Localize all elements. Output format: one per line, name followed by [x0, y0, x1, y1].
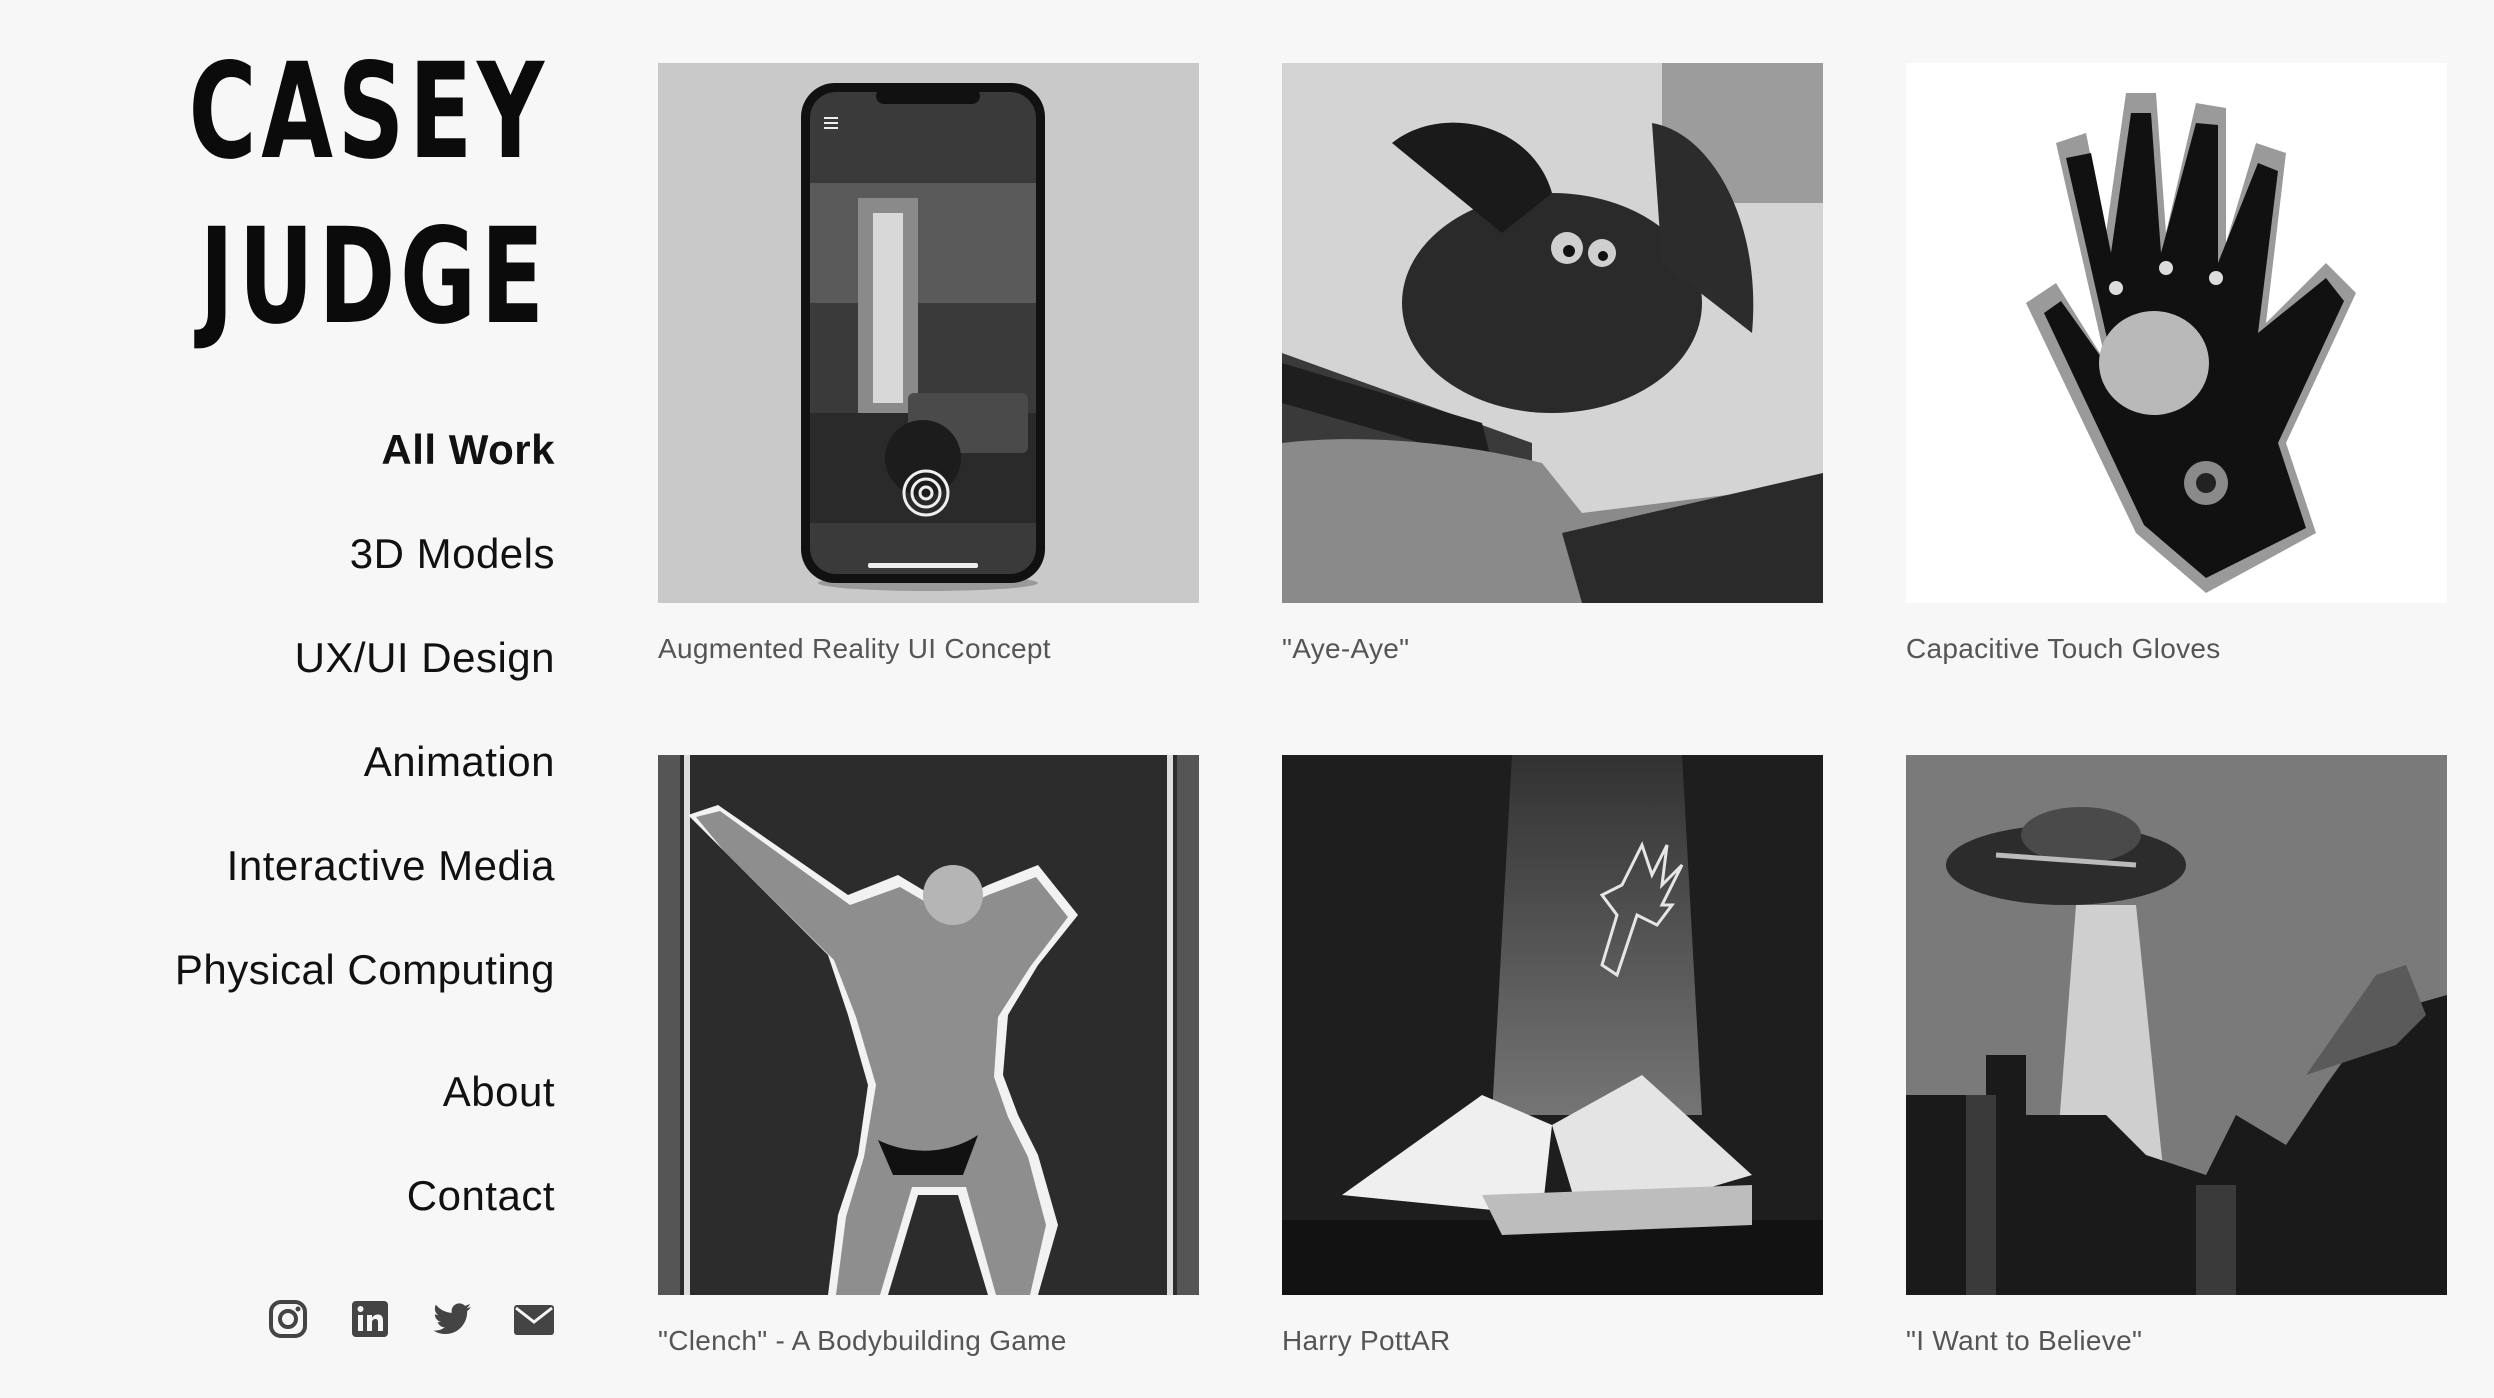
project-card[interactable]: "Aye-Aye": [1282, 63, 1823, 665]
logo-line-last: JUDGE: [199, 200, 549, 354]
nav-animation[interactable]: Animation: [175, 732, 555, 836]
project-title[interactable]: Harry PottAR: [1282, 1325, 1823, 1357]
instagram-icon[interactable]: [267, 1298, 309, 1340]
twitter-icon[interactable]: [431, 1298, 473, 1340]
phone-mockup-image: [658, 63, 1199, 603]
project-thumbnail[interactable]: [658, 63, 1199, 603]
site-logo[interactable]: CASEY JUDGE: [189, 30, 549, 360]
social-links: [267, 1298, 555, 1340]
project-thumbnail[interactable]: [1906, 63, 2447, 603]
nav-physical-computing[interactable]: Physical Computing: [175, 940, 555, 1044]
nav-interactive-media[interactable]: Interactive Media: [175, 836, 555, 940]
book-stag-image: [1282, 755, 1823, 1295]
project-card[interactable]: "Clench" - A Bodybuilding Game: [658, 755, 1199, 1357]
project-title[interactable]: Capacitive Touch Gloves: [1906, 633, 2447, 665]
project-thumbnail[interactable]: [1282, 755, 1823, 1295]
nav-contact[interactable]: Contact: [175, 1166, 555, 1270]
ufo-collage-image: [1906, 755, 2447, 1295]
project-title[interactable]: Augmented Reality UI Concept: [658, 633, 1199, 665]
email-icon[interactable]: [513, 1298, 555, 1340]
project-title[interactable]: "I Want to Believe": [1906, 1325, 2447, 1357]
project-card[interactable]: Capacitive Touch Gloves: [1906, 63, 2447, 665]
sidebar: CASEY JUDGE All Work 3D Models UX/UI Des…: [0, 0, 555, 1398]
linkedin-icon[interactable]: [349, 1298, 391, 1340]
project-title[interactable]: "Aye-Aye": [1282, 633, 1823, 665]
nav-all-work[interactable]: All Work: [175, 420, 555, 524]
bodybuilder-image: [658, 755, 1199, 1295]
nav-3d-models[interactable]: 3D Models: [175, 524, 555, 628]
project-title[interactable]: "Clench" - A Bodybuilding Game: [658, 1325, 1199, 1357]
logo-line-first: CASEY: [188, 35, 549, 189]
puppet-photo-image: [1282, 63, 1823, 603]
main-nav: All Work 3D Models UX/UI Design Animatio…: [175, 420, 555, 1270]
project-thumbnail[interactable]: [1906, 755, 2447, 1295]
nav-about[interactable]: About: [175, 1062, 555, 1166]
project-card[interactable]: Harry PottAR: [1282, 755, 1823, 1357]
project-card[interactable]: "I Want to Believe": [1906, 755, 2447, 1357]
glove-photo-image: [1906, 63, 2447, 603]
project-thumbnail[interactable]: [1282, 63, 1823, 603]
project-thumbnail[interactable]: [658, 755, 1199, 1295]
project-card[interactable]: Augmented Reality UI Concept: [658, 63, 1199, 665]
nav-ux-ui-design[interactable]: UX/UI Design: [175, 628, 555, 732]
